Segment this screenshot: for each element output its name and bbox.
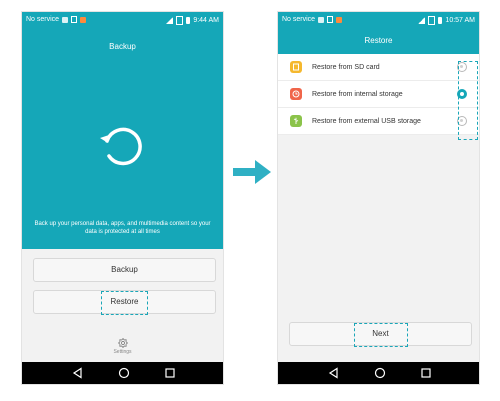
sd-notification-icon <box>327 16 334 23</box>
backup-button[interactable]: Backup <box>33 258 216 282</box>
usb-notification-icon <box>62 16 69 23</box>
backup-description: Back up your personal data, apps, and mu… <box>34 221 211 235</box>
phone-backup-screen: No service 9:44 AM Backup Back up your p… <box>21 11 224 385</box>
settings-label: Settings <box>113 349 132 355</box>
settings-button[interactable]: Settings <box>22 338 223 360</box>
home-icon[interactable] <box>118 367 130 379</box>
clock-icon <box>290 88 302 100</box>
usb-icon <box>290 115 302 127</box>
signal-icon <box>418 17 426 24</box>
option-label: Restore from SD card <box>312 63 380 71</box>
carrier-text: No service <box>26 16 60 23</box>
sd-notification-icon <box>71 16 78 23</box>
restore-option-usb-storage[interactable]: Restore from external USB storage <box>278 108 479 135</box>
battery-icon <box>186 17 191 24</box>
phone-restore-screen: No service 10:57 AM Restore Restore from… <box>277 11 480 385</box>
restore-option-internal-storage[interactable]: Restore from internal storage <box>278 81 479 108</box>
usb-notification-icon <box>318 16 325 23</box>
battery-icon <box>438 17 443 24</box>
carrier-text: No service <box>282 16 316 23</box>
status-bar: No service 9:44 AM <box>22 12 223 28</box>
image-notification-icon <box>336 16 343 23</box>
sim-icon <box>428 16 436 25</box>
page-title: Restore <box>278 28 479 54</box>
back-icon[interactable] <box>72 367 84 379</box>
home-icon[interactable] <box>374 367 386 379</box>
page-title: Backup <box>109 42 136 51</box>
sim-icon <box>176 16 184 25</box>
status-time: 9:44 AM <box>193 17 219 24</box>
restore-options-list: Restore from SD card Restore from intern… <box>278 54 479 135</box>
gear-icon <box>117 338 128 348</box>
status-time: 10:57 AM <box>445 17 475 24</box>
signal-icon <box>166 17 174 24</box>
back-icon[interactable] <box>328 367 340 379</box>
option-label: Restore from external USB storage <box>312 117 421 125</box>
sd-card-icon <box>290 61 302 73</box>
radio-highlight-box <box>458 61 478 140</box>
arrow-right-icon <box>233 160 271 184</box>
option-label: Restore from internal storage <box>312 90 403 98</box>
navigation-bar <box>278 362 479 384</box>
recent-apps-icon[interactable] <box>164 367 176 379</box>
next-highlight-box <box>354 323 408 347</box>
restore-highlight-box <box>101 291 148 315</box>
navigation-bar <box>22 362 223 384</box>
restore-option-sd-card[interactable]: Restore from SD card <box>278 54 479 81</box>
image-notification-icon <box>80 16 87 23</box>
recent-apps-icon[interactable] <box>420 367 432 379</box>
backup-hero: Backup Back up your personal data, apps,… <box>22 28 223 249</box>
status-bar: No service 10:57 AM <box>278 12 479 28</box>
restore-circle-icon <box>100 127 142 166</box>
